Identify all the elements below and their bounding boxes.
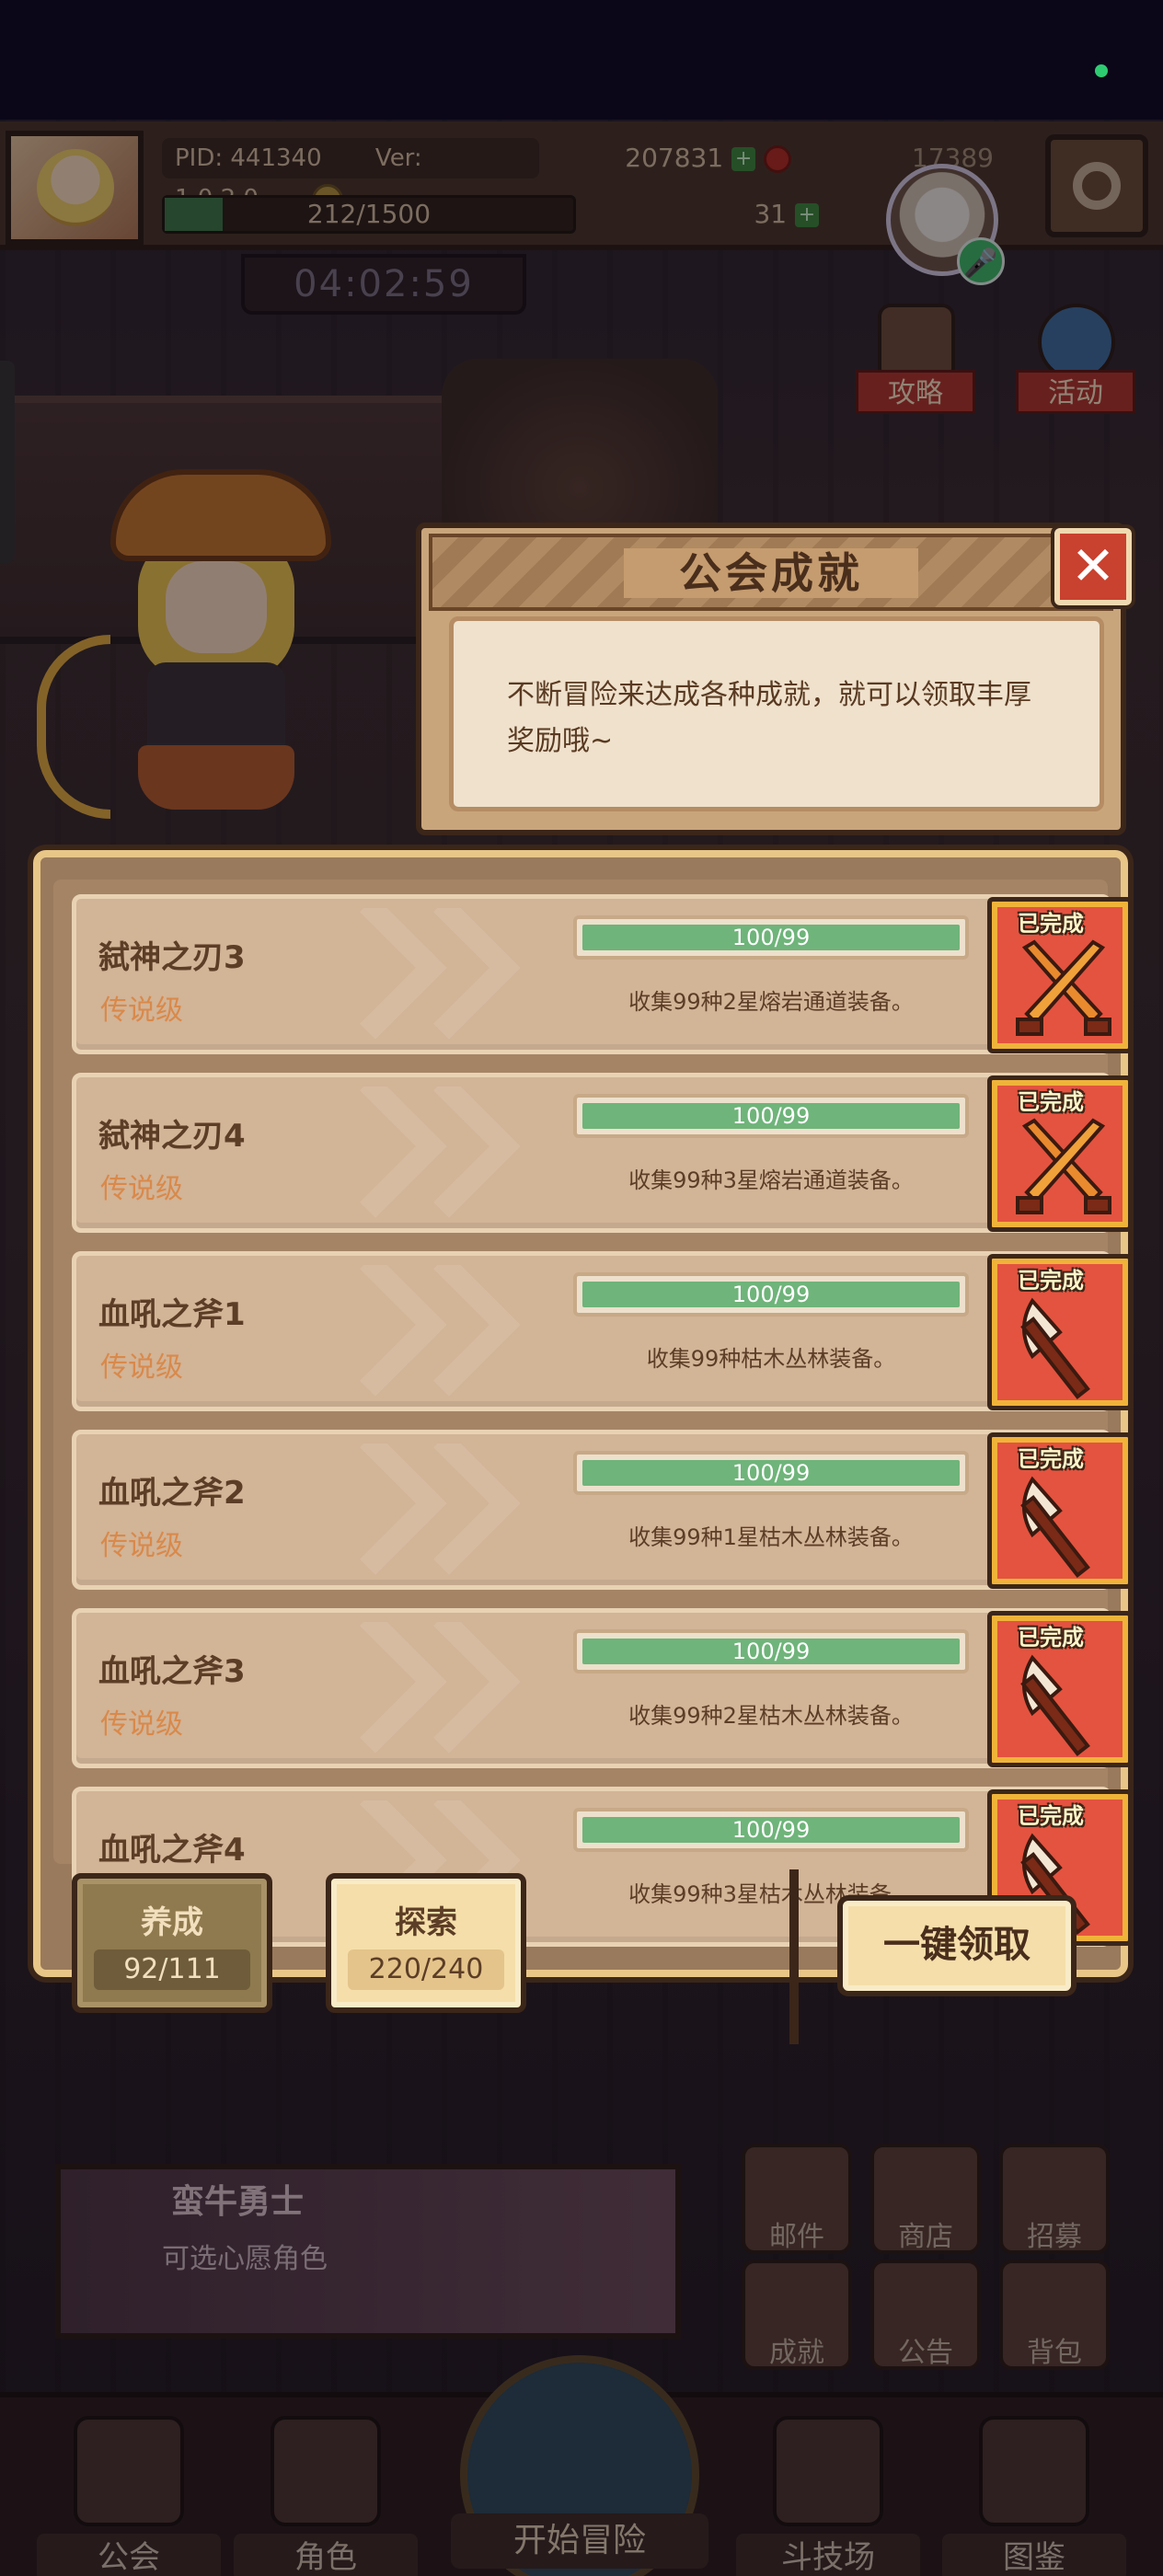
achievement-row: 弑神之刃4 传说级 100/99 收集99种3星熔岩通道装备。 已完成 [72,1073,1133,1233]
achievement-reward-button[interactable]: 已完成 [987,897,1133,1053]
dialog-description: 不断冒险来达成各种成就，就可以领取丰厚奖励哦~ [449,616,1104,811]
achievement-panel-footer: 养成 92/111 探索 220/240 一键领取 [40,1869,1121,2044]
achievement-description: 收集99种枯木丛林装备。 [646,1346,896,1372]
achievement-name: 弑神之刃3 [98,939,246,976]
footer-divider [789,1869,799,2044]
completed-badge: 已完成 [1018,1446,1084,1472]
achievement-list-panel: 弑神之刃3 传说级 100/99 收集99种2星熔岩通道装备。 已完成 弑神之刃4 传说级 1… [33,850,1133,2044]
tab-explore[interactable]: 探索 220/240 [326,1873,526,2013]
achievement-name: 血吼之斧1 [98,1296,246,1333]
achievement-name: 血吼之斧3 [98,1653,246,1690]
system-status-bar [0,0,1163,120]
achievement-progress-text: 100/99 [731,1817,811,1843]
achievement-description: 收集99种1星枯木丛林装备。 [628,1524,914,1550]
achievement-reward-button[interactable]: 已完成 [987,1611,1133,1767]
tab-nurture-count: 92/111 [94,1949,250,1990]
achievement-progress-text: 100/99 [731,925,811,950]
achievement-tier: 传说级 [100,995,183,1027]
achievement-progress-bar: 100/99 [573,915,969,960]
chevron-decoration [352,1087,573,1225]
dialog-title-bar: 公会成就 [429,534,1113,611]
close-icon: ✕ [1070,535,1116,597]
achievement-progress-bar: 100/99 [573,1808,969,1852]
dialog-title: 公会成就 [624,548,918,598]
achievement-row: 弑神之刃3 传说级 100/99 收集99种2星熔岩通道装备。 已完成 [72,894,1133,1054]
completed-badge: 已完成 [1018,911,1084,937]
tab-explore-count: 220/240 [348,1949,504,1990]
achievement-description: 收集99种2星枯木丛林装备。 [628,1703,914,1729]
achievement-description: 收集99种2星熔岩通道装备。 [628,989,914,1015]
achievement-progress-bar: 100/99 [573,1094,969,1138]
achievement-tier: 传说级 [100,1173,183,1205]
chevron-decoration [352,1265,573,1403]
achievement-header-dialog: 公会成就 ✕ 不断冒险来达成各种成就，就可以领取丰厚奖励哦~ [416,523,1135,835]
achievement-tier: 传说级 [100,1530,183,1562]
achievement-progress-bar: 100/99 [573,1629,969,1673]
achievement-row: 血吼之斧2 传说级 100/99 收集99种1星枯木丛林装备。 已完成 [72,1430,1133,1590]
chevron-decoration [352,1622,573,1760]
completed-badge: 已完成 [1018,1625,1084,1650]
achievement-reward-button[interactable]: 已完成 [987,1254,1133,1410]
completed-badge: 已完成 [1018,1089,1084,1115]
achievement-reward-button[interactable]: 已完成 [987,1432,1133,1589]
completed-badge: 已完成 [1018,1268,1084,1294]
close-button[interactable]: ✕ [1051,524,1135,609]
recording-indicator-icon [1095,64,1108,77]
achievement-list[interactable]: 弑神之刃3 传说级 100/99 收集99种2星熔岩通道装备。 已完成 弑神之刃4 传说级 1… [53,880,1133,1947]
chevron-decoration [352,908,573,1046]
achievement-progress-bar: 100/99 [573,1451,969,1495]
achievement-name: 血吼之斧2 [98,1475,246,1512]
tab-nurture-label: 养成 [141,1904,203,1941]
achievement-reward-button[interactable]: 已完成 [987,1075,1133,1232]
achievement-progress-text: 100/99 [731,1282,811,1307]
completed-badge: 已完成 [1018,1803,1084,1829]
chevron-decoration [352,1443,573,1581]
achievement-progress-text: 100/99 [731,1103,811,1129]
tab-nurture[interactable]: 养成 92/111 [72,1873,272,2013]
achievement-description: 收集99种3星熔岩通道装备。 [628,1167,914,1193]
achievement-name: 弑神之刃4 [98,1118,246,1155]
achievement-progress-text: 100/99 [731,1460,811,1486]
achievement-progress-text: 100/99 [731,1639,811,1664]
achievement-name: 血吼之斧4 [98,1832,246,1869]
achievement-row: 血吼之斧1 传说级 100/99 收集99种枯木丛林装备。 已完成 [72,1251,1133,1411]
achievement-row: 血吼之斧3 传说级 100/99 收集99种2星枯木丛林装备。 已完成 [72,1608,1133,1768]
claim-all-button[interactable]: 一键领取 [837,1895,1077,1996]
tab-explore-label: 探索 [395,1904,457,1941]
achievement-tier: 传说级 [100,1351,183,1384]
achievement-progress-bar: 100/99 [573,1272,969,1317]
achievement-tier: 传说级 [100,1708,183,1741]
